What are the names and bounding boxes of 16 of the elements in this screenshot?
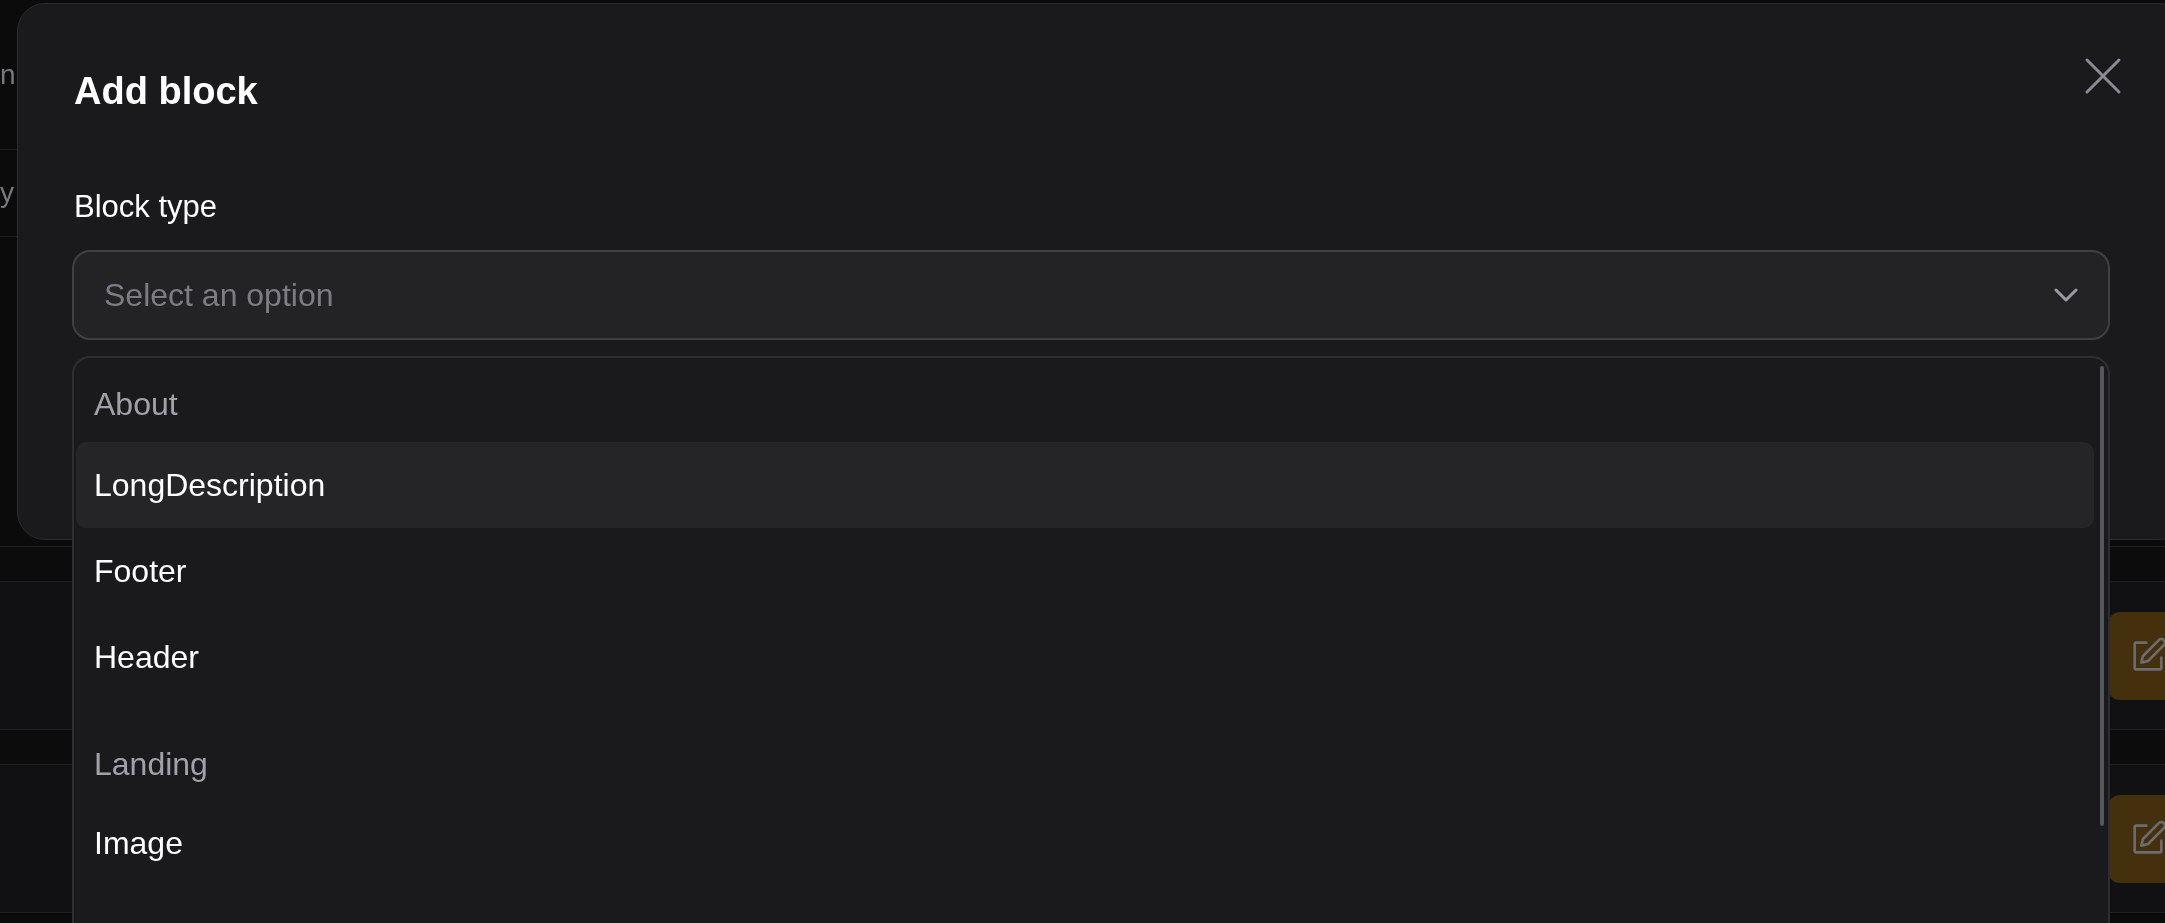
dropdown-option[interactable]: Image bbox=[76, 800, 2094, 886]
edit-button[interactable] bbox=[2108, 611, 2165, 700]
group-label: Landing bbox=[94, 745, 208, 783]
chevron-down-icon bbox=[2054, 288, 2078, 302]
table-cell: n bbox=[0, 58, 16, 91]
group-label: About bbox=[94, 385, 178, 423]
dialog-title: Add block bbox=[74, 70, 258, 113]
select-field[interactable]: Select an option bbox=[72, 250, 2110, 340]
table-cell: y bbox=[0, 177, 14, 209]
edit-button[interactable] bbox=[2108, 794, 2165, 883]
field-label: Block type bbox=[74, 189, 217, 225]
dropdown-option[interactable]: Footer bbox=[76, 528, 2094, 614]
placeholder: Select an option bbox=[104, 276, 334, 314]
dropdown-option[interactable]: LongDescription bbox=[76, 442, 2094, 528]
dropdown-option[interactable]: Header bbox=[76, 614, 2094, 700]
scrollbar[interactable] bbox=[2100, 366, 2104, 826]
